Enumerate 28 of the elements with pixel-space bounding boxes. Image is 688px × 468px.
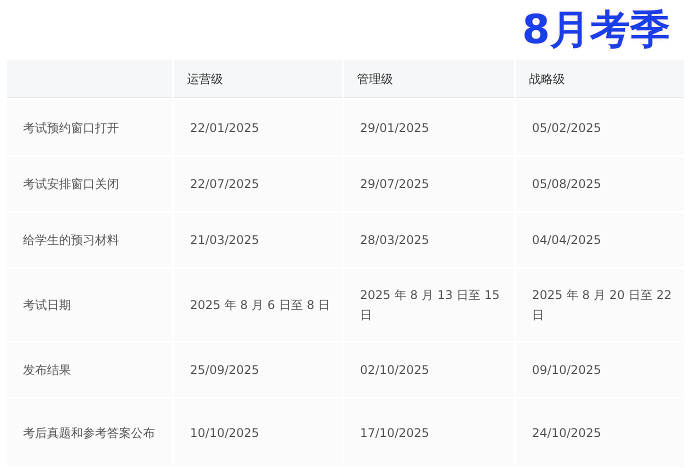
table-cell: 考试预约窗口打开 — [7, 100, 172, 155]
table-cell: 28/03/2025 — [344, 213, 514, 267]
table-cell: 29/07/2025 — [344, 157, 514, 211]
table-cell: 21/03/2025 — [174, 213, 342, 267]
table-cell: 05/08/2025 — [516, 157, 684, 211]
table-cell: 25/09/2025 — [174, 343, 342, 397]
table-cell: 29/01/2025 — [344, 100, 514, 155]
table-cell: 05/02/2025 — [516, 100, 684, 155]
table-cell: 考试日期 — [7, 269, 172, 341]
table-cell: 09/10/2025 — [516, 343, 684, 397]
table-cell: 考试安排窗口关闭 — [7, 157, 172, 211]
table-cell: 10/10/2025 — [174, 399, 342, 466]
table-cell: 04/04/2025 — [516, 213, 684, 267]
table-cell: 17/10/2025 — [344, 399, 514, 466]
table-cell: 02/10/2025 — [344, 343, 514, 397]
header-cell: 战略级 — [516, 60, 684, 98]
header-cell: 管理级 — [344, 60, 514, 98]
table-cell: 考后真题和参考答案公布 — [7, 399, 172, 466]
page-title: 8月考季 — [522, 6, 670, 55]
table-cell: 22/01/2025 — [174, 100, 342, 155]
table-cell: 给学生的预习材料 — [7, 213, 172, 267]
table-cell: 2025 年 8 月 6 日至 8 日 — [174, 269, 342, 341]
table-cell: 24/10/2025 — [516, 399, 684, 466]
table-cell: 22/07/2025 — [174, 157, 342, 211]
table-cell: 发布结果 — [7, 343, 172, 397]
table-cell: 2025 年 8 月 13 日至 15 日 — [344, 269, 514, 341]
header-cell: 运营级 — [174, 60, 342, 98]
table-cell: 2025 年 8 月 20 日至 22 日 — [516, 269, 684, 341]
